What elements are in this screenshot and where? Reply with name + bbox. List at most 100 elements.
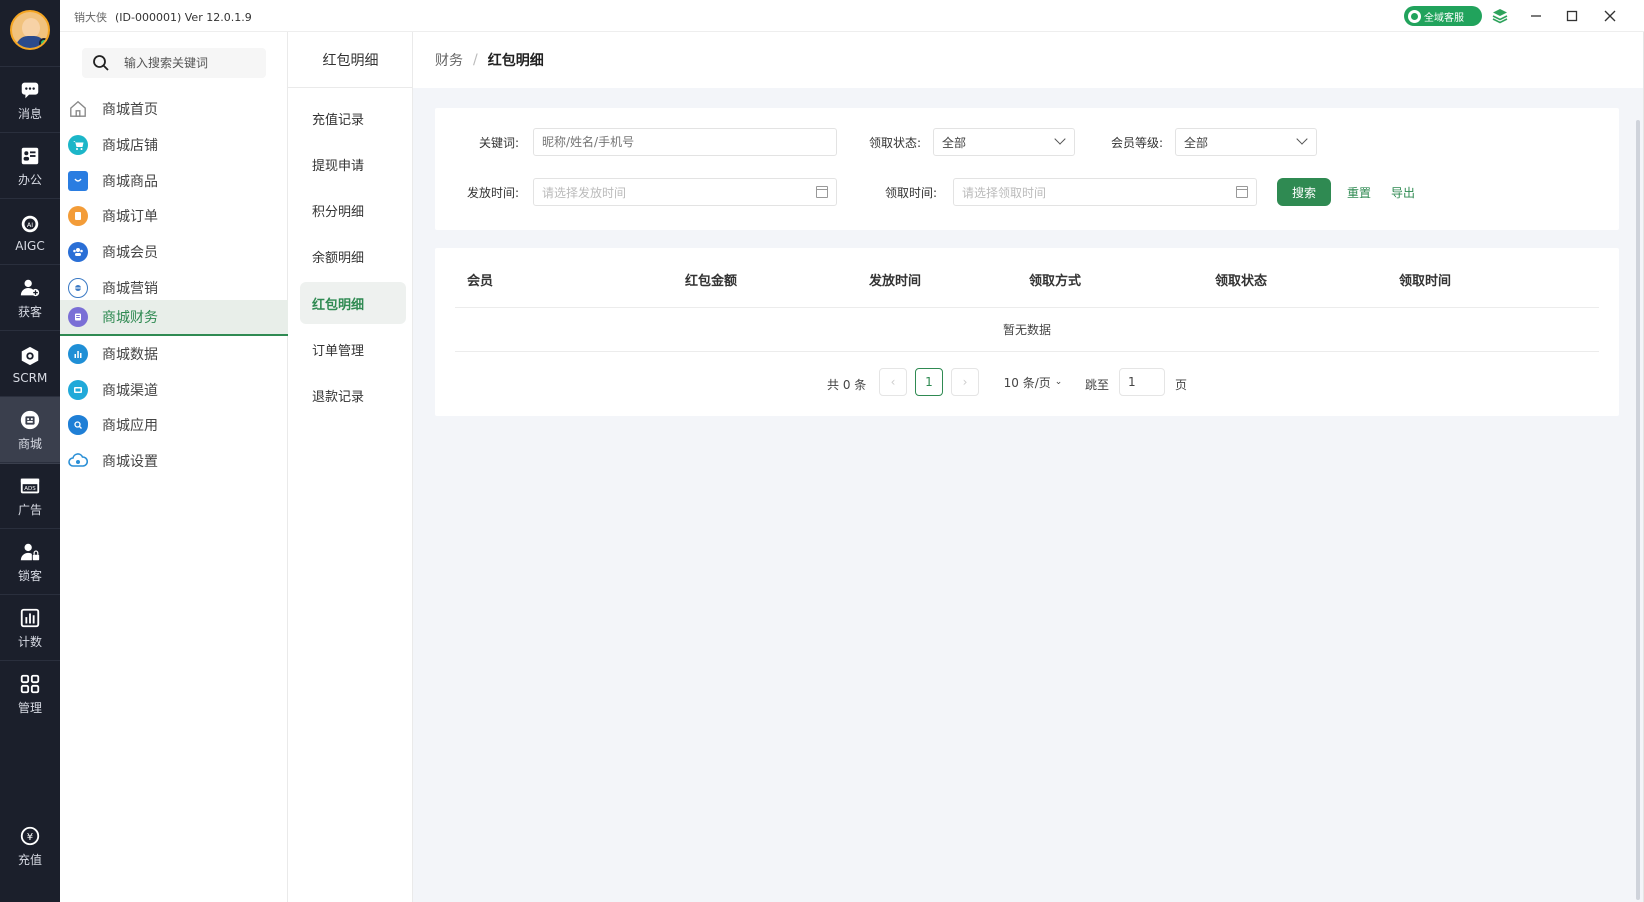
rail-item-scrm[interactable]: SCRM <box>0 330 60 398</box>
next-page-button[interactable]: › <box>951 368 979 396</box>
module-item-label: 商城会员 <box>102 245 158 261</box>
claim-time-picker[interactable]: 请选择领取时间 <box>953 178 1257 206</box>
bag-icon <box>68 171 88 191</box>
module-item-label: 商城财务 <box>102 310 158 326</box>
rail-item-ads[interactable]: ADS 广告 <box>0 462 60 530</box>
rail-item-shop[interactable]: 商城 <box>0 396 60 464</box>
chevron-down-icon <box>1054 133 1066 145</box>
subnav-item-recharge-records[interactable]: 充值记录 <box>300 97 406 139</box>
search-button[interactable]: 搜索 <box>1277 178 1331 206</box>
module-item-apps[interactable]: 商城应用 <box>60 407 288 443</box>
rail-item-message[interactable]: 消息 <box>0 66 60 134</box>
issue-time-placeholder: 请选择发放时间 <box>542 185 627 200</box>
minimize-icon[interactable] <box>1526 6 1546 26</box>
page-size-select[interactable]: 10 条/页 ⌄ <box>995 368 1071 396</box>
module-item-settings[interactable]: 商城设置 <box>60 443 288 479</box>
prev-page-button[interactable]: ‹ <box>879 368 907 396</box>
app-name: 销大侠 <box>74 11 107 24</box>
column-header-claim-time: 领取时间 <box>1399 274 1452 289</box>
module-item-label: 商城首页 <box>102 102 158 118</box>
main-content: 财务 / 红包明细 关键词: 领取状态: 全部 会员等级: 全部 发放时间: 请… <box>413 32 1644 902</box>
redpacket-table: 会员 红包金额 发放时间 领取方式 领取状态 领取时间 暂无数据 共 0 条 ‹… <box>435 248 1619 416</box>
table-header: 会员 红包金额 发放时间 领取方式 领取状态 领取时间 <box>455 248 1599 308</box>
claim-time-placeholder: 请选择领取时间 <box>962 185 1047 200</box>
subnav-item-refund-records[interactable]: 退款记录 <box>300 374 406 416</box>
jump-page-input[interactable] <box>1119 368 1165 396</box>
subnav-item-redpacket-detail[interactable]: 红包明细 <box>300 282 406 324</box>
claim-time-label: 领取时间: <box>884 186 937 200</box>
rail-item-label: 锁客 <box>17 569 42 583</box>
breadcrumb-parent[interactable]: 财务 <box>435 50 463 70</box>
finance-subnav: 红包明细 充值记录 提现申请 积分明细 余额明细 红包明细 订单管理 退款记录 <box>288 32 413 902</box>
order-icon <box>68 206 88 226</box>
data-icon <box>68 344 88 364</box>
keyword-input[interactable] <box>533 128 837 156</box>
calendar-icon <box>816 186 828 198</box>
module-search <box>82 48 266 78</box>
layers-icon[interactable] <box>1490 6 1510 26</box>
module-item-label: 商城商品 <box>102 174 158 190</box>
keyword-label: 关键词: <box>478 136 519 150</box>
module-item-store[interactable]: 商城店铺 <box>60 127 288 163</box>
module-item-label: 商城渠道 <box>102 383 158 399</box>
scrm-icon <box>19 345 41 367</box>
shop-icon <box>19 409 41 431</box>
module-item-channel[interactable]: 商城渠道 <box>60 372 288 408</box>
subnav-title: 红包明细 <box>288 32 413 88</box>
rail-item-acquire[interactable]: 获客 <box>0 264 60 332</box>
module-item-members[interactable]: 商城会员 <box>60 234 288 270</box>
maximize-icon[interactable] <box>1562 6 1582 26</box>
rail-item-manage[interactable]: 管理 <box>0 660 60 728</box>
stats-icon <box>19 607 41 629</box>
rail-item-recharge[interactable]: ¥ 充值 <box>0 812 60 880</box>
module-item-orders[interactable]: 商城订单 <box>60 198 288 234</box>
rail-item-label: SCRM <box>12 370 48 385</box>
rail-item-label: 获客 <box>17 305 42 319</box>
members-icon <box>68 242 88 262</box>
module-sidebar: 商城首页 商城店铺 商城商品 商城订单 商城会员 商城营销 商城财务 商城数据 <box>60 32 288 902</box>
app-window: 消息 办公 AI AIGC 获客 SCRM 商城 ADS 广告 锁客 计数 管理… <box>0 0 1644 902</box>
avatar[interactable] <box>10 10 50 50</box>
home-icon <box>68 99 88 119</box>
reset-link[interactable]: 重置 <box>1347 184 1371 201</box>
column-header-amount: 红包金额 <box>685 274 738 289</box>
rail-item-stats[interactable]: 计数 <box>0 594 60 662</box>
subnav-item-withdraw-requests[interactable]: 提现申请 <box>300 143 406 185</box>
module-item-finance[interactable]: 商城财务 <box>60 300 288 336</box>
rail-item-office[interactable]: 办公 <box>0 132 60 200</box>
acquire-icon <box>19 277 41 299</box>
service-icon <box>1408 9 1421 23</box>
search-icon <box>92 54 110 72</box>
breadcrumb: 财务 / 红包明细 <box>413 32 1644 88</box>
customer-service-button[interactable]: 全域客服 <box>1404 6 1482 26</box>
rail-item-label: 计数 <box>17 635 42 649</box>
yuan-coin-icon: ¥ <box>19 825 41 847</box>
module-item-goods[interactable]: 商城商品 <box>60 163 288 199</box>
rail-item-label: 充值 <box>17 852 42 867</box>
rail-item-aigc[interactable]: AI AIGC <box>0 198 60 266</box>
window-title: 销大侠 (ID-000001) Ver 12.0.1.9 <box>74 9 252 25</box>
member-level-select[interactable]: 全部 <box>1175 128 1317 156</box>
claim-status-label: 领取状态: <box>868 136 921 150</box>
rail-item-lock-customer[interactable]: 锁客 <box>0 528 60 596</box>
subnav-item-points-detail[interactable]: 积分明细 <box>300 189 406 231</box>
column-header-issue-time: 发放时间 <box>869 274 922 289</box>
member-level-label: 会员等级: <box>1110 136 1163 150</box>
module-item-data[interactable]: 商城数据 <box>60 336 288 372</box>
subnav-item-balance-detail[interactable]: 余额明细 <box>300 235 406 277</box>
search-input[interactable] <box>124 53 260 73</box>
page-button-current[interactable]: 1 <box>915 368 943 396</box>
module-item-home[interactable]: 商城首页 <box>60 91 288 127</box>
message-icon <box>19 79 41 101</box>
svg-text:AI: AI <box>27 220 33 228</box>
grid-icon <box>19 673 41 695</box>
issue-time-picker[interactable]: 请选择发放时间 <box>533 178 837 206</box>
claim-status-value: 全部 <box>942 135 967 150</box>
module-item-label: 商城订单 <box>102 209 158 225</box>
export-link[interactable]: 导出 <box>1391 184 1415 201</box>
vertical-scrollbar[interactable] <box>1636 120 1640 900</box>
close-icon[interactable] <box>1600 6 1620 26</box>
online-status-dot <box>39 38 48 48</box>
subnav-item-order-management[interactable]: 订单管理 <box>300 328 406 370</box>
claim-status-select[interactable]: 全部 <box>933 128 1075 156</box>
